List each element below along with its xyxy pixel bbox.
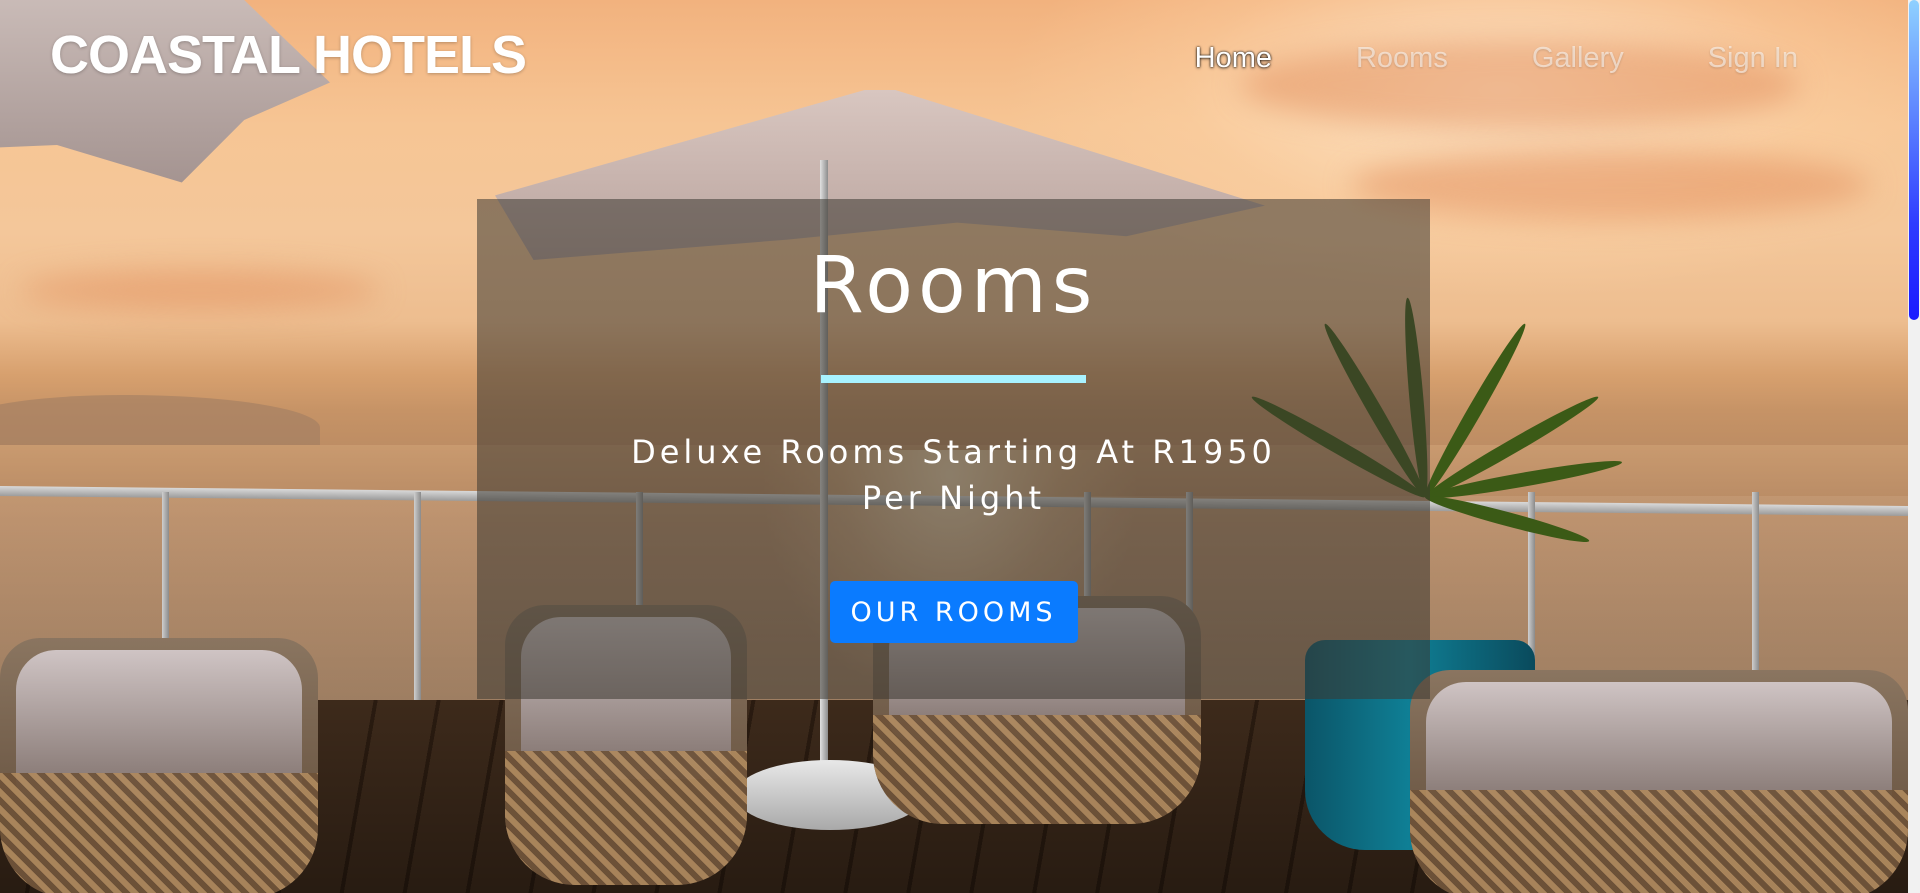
lounger-chair xyxy=(1410,670,1908,893)
nav-rooms-link[interactable]: Rooms xyxy=(1356,42,1448,75)
main-nav: Home Rooms Gallery Sign In xyxy=(1195,42,1798,75)
scrollbar-thumb[interactable] xyxy=(1909,0,1919,320)
railing-post xyxy=(414,492,421,722)
cloud xyxy=(20,270,380,310)
site-header: COASTAL HOTELS Home Rooms Gallery Sign I… xyxy=(0,0,1908,120)
nav-sign-in-link[interactable]: Sign In xyxy=(1708,42,1798,75)
our-rooms-button[interactable]: OUR ROOMS xyxy=(829,581,1078,643)
hero-panel: Rooms Deluxe Rooms Starting At R1950 Per… xyxy=(477,199,1430,699)
nav-gallery-link[interactable]: Gallery xyxy=(1532,42,1624,75)
hero-subtitle: Deluxe Rooms Starting At R1950 Per Night xyxy=(631,433,1276,517)
page-scrollbar[interactable] xyxy=(1908,0,1920,893)
nav-home-link[interactable]: Home xyxy=(1195,42,1272,75)
brand-logo[interactable]: COASTAL HOTELS xyxy=(50,24,527,86)
title-divider xyxy=(821,375,1086,383)
lounger-chair xyxy=(0,638,318,893)
page-title: Rooms xyxy=(809,241,1098,331)
